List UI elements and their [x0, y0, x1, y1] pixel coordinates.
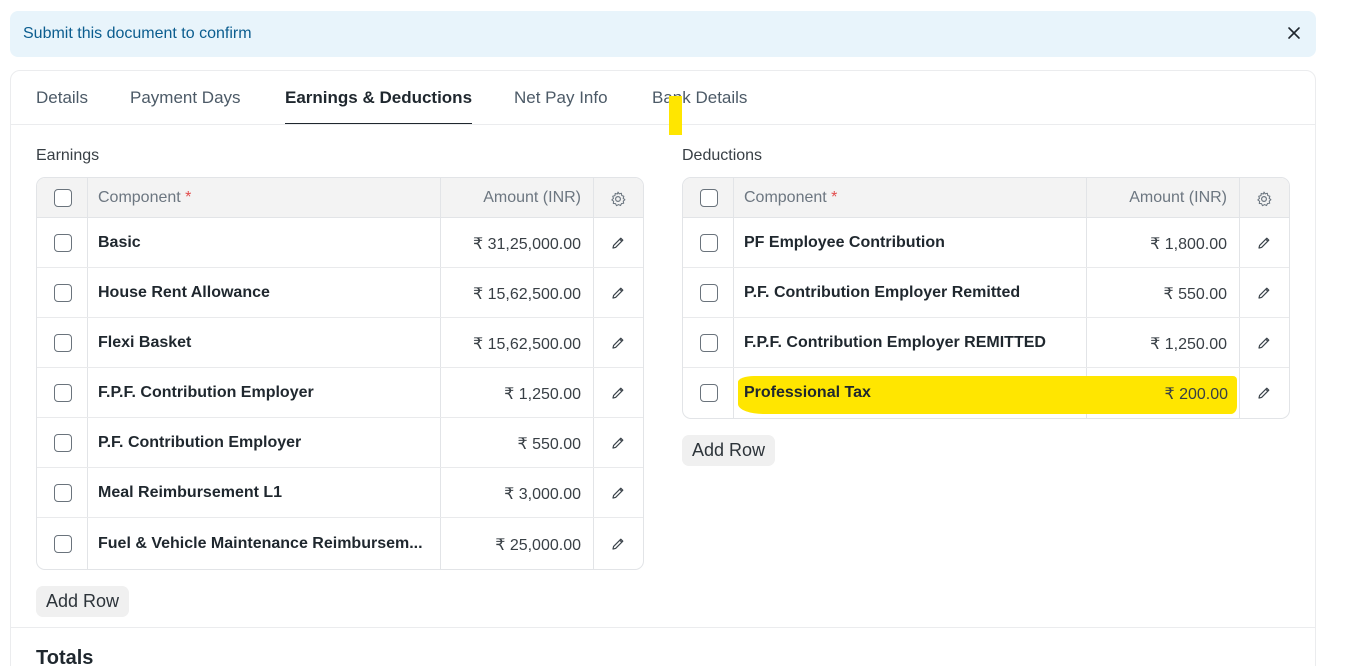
row-checkbox[interactable] [700, 284, 718, 302]
gear-icon[interactable] [1255, 190, 1273, 208]
pencil-icon[interactable] [1256, 385, 1272, 401]
pencil-icon[interactable] [610, 235, 626, 251]
component-amount[interactable]: ₹ 550.00 [1163, 284, 1227, 304]
pencil-icon[interactable] [1256, 235, 1272, 251]
totals-heading: Totals [36, 647, 94, 666]
pencil-icon[interactable] [610, 285, 626, 301]
table-row[interactable]: Flexi Basket ₹ 15,62,500.00 [37, 318, 643, 368]
earnings-table-header: Component * Amount (INR) [37, 178, 643, 218]
table-row[interactable]: Fuel & Vehicle Maintenance Reimbursem...… [37, 519, 643, 569]
row-checkbox[interactable] [54, 234, 72, 252]
row-checkbox[interactable] [54, 334, 72, 352]
tab-earnings-deductions[interactable]: Earnings & Deductions [285, 88, 473, 124]
row-checkbox[interactable] [700, 384, 718, 402]
component-amount[interactable]: ₹ 1,250.00 [504, 384, 581, 404]
gear-icon[interactable] [609, 190, 627, 208]
row-checkbox[interactable] [54, 434, 72, 452]
table-row[interactable]: P.F. Contribution Employer Remitted ₹ 55… [683, 268, 1289, 318]
tab-bar: Details Payment Days Earnings & Deductio… [11, 71, 1315, 125]
tab-net-pay-info[interactable]: Net Pay Info [514, 88, 608, 124]
tab-payment-days[interactable]: Payment Days [130, 88, 241, 124]
pencil-icon[interactable] [610, 435, 626, 451]
table-row[interactable]: Basic ₹ 31,25,000.00 [37, 218, 643, 268]
pencil-icon[interactable] [610, 335, 626, 351]
tab-bank-details[interactable]: Bank Details [652, 88, 747, 124]
section-divider [11, 627, 1315, 628]
component-name[interactable]: Fuel & Vehicle Maintenance Reimbursem... [98, 535, 434, 553]
component-amount[interactable]: ₹ 550.00 [517, 434, 581, 454]
pencil-icon[interactable] [1256, 285, 1272, 301]
pencil-icon[interactable] [610, 385, 626, 401]
row-checkbox[interactable] [54, 535, 72, 553]
component-name[interactable]: F.P.F. Contribution Employer [98, 384, 434, 402]
highlight-mark [669, 96, 682, 135]
row-checkbox[interactable] [700, 334, 718, 352]
component-name[interactable]: Meal Reimbursement L1 [98, 484, 434, 502]
component-amount[interactable]: ₹ 1,250.00 [1150, 334, 1227, 354]
tab-details[interactable]: Details [36, 88, 88, 124]
row-checkbox[interactable] [54, 384, 72, 402]
table-row[interactable]: F.P.F. Contribution Employer REMITTED ₹ … [683, 318, 1289, 368]
column-header-component: Component * [744, 189, 838, 206]
deductions-label: Deductions [682, 147, 763, 164]
earnings-label: Earnings [36, 147, 100, 164]
alert-message: Submit this document to confirm [23, 25, 252, 42]
deductions-add-row-button[interactable]: Add Row [682, 435, 776, 466]
component-amount[interactable]: ₹ 200.00 [1164, 384, 1228, 404]
component-name[interactable]: PF Employee Contribution [744, 234, 1080, 252]
component-name[interactable]: Flexi Basket [98, 334, 434, 352]
component-amount[interactable]: ₹ 3,000.00 [504, 484, 581, 504]
column-header-component: Component * [98, 189, 192, 206]
column-header-amount: Amount (INR) [483, 189, 581, 206]
deductions-table-header: Component * Amount (INR) [683, 178, 1289, 218]
component-name[interactable]: Professional Tax [744, 384, 1080, 402]
select-all-checkbox[interactable] [700, 189, 718, 207]
component-amount[interactable]: ₹ 15,62,500.00 [473, 334, 581, 354]
row-checkbox[interactable] [700, 234, 718, 252]
component-amount[interactable]: ₹ 15,62,500.00 [473, 284, 581, 304]
component-amount[interactable]: ₹ 25,000.00 [495, 535, 581, 555]
pencil-icon[interactable] [610, 485, 626, 501]
earnings-table: Component * Amount (INR) Basic ₹ 31,25,0… [36, 177, 644, 570]
close-icon[interactable] [1282, 21, 1306, 45]
select-all-checkbox[interactable] [54, 189, 72, 207]
component-name[interactable]: House Rent Allowance [98, 284, 434, 302]
confirm-alert: Submit this document to confirm [10, 11, 1316, 57]
earnings-add-row-button[interactable]: Add Row [36, 586, 130, 617]
pencil-icon[interactable] [1256, 335, 1272, 351]
component-amount[interactable]: ₹ 31,25,000.00 [473, 234, 581, 254]
component-name[interactable]: Basic [98, 234, 434, 252]
column-header-amount: Amount (INR) [1129, 189, 1227, 206]
table-row[interactable]: F.P.F. Contribution Employer ₹ 1,250.00 [37, 368, 643, 418]
row-checkbox[interactable] [54, 484, 72, 502]
row-checkbox[interactable] [54, 284, 72, 302]
table-row[interactable]: P.F. Contribution Employer ₹ 550.00 [37, 418, 643, 468]
table-row[interactable]: PF Employee Contribution ₹ 1,800.00 [683, 218, 1289, 268]
component-name[interactable]: F.P.F. Contribution Employer REMITTED [744, 334, 1080, 352]
component-name[interactable]: P.F. Contribution Employer [98, 434, 434, 452]
table-row[interactable]: House Rent Allowance ₹ 15,62,500.00 [37, 268, 643, 318]
component-amount[interactable]: ₹ 1,800.00 [1150, 234, 1227, 254]
component-name[interactable]: P.F. Contribution Employer Remitted [744, 284, 1080, 302]
table-row[interactable]: Meal Reimbursement L1 ₹ 3,000.00 [37, 468, 643, 518]
pencil-icon[interactable] [610, 536, 626, 552]
